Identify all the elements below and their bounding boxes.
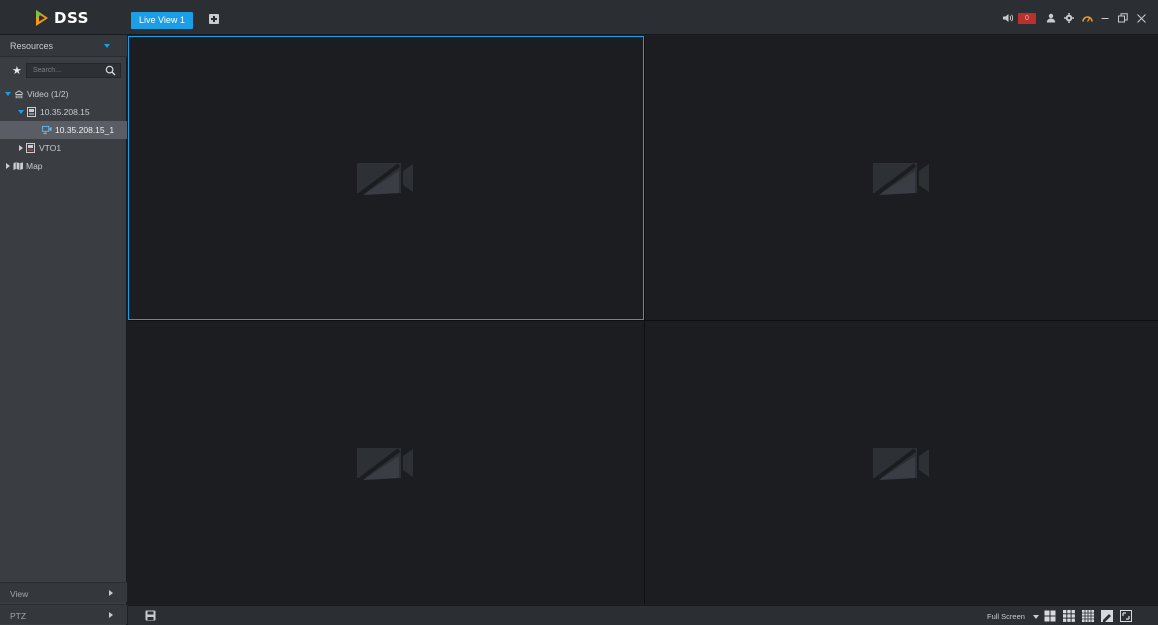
add-tab-icon[interactable]: [209, 14, 219, 24]
search-row: ★: [0, 63, 127, 79]
tree-item-device-vto1[interactable]: VTO1: [0, 139, 127, 157]
tab-live-view-1[interactable]: Live View 1: [131, 12, 193, 29]
resource-tree: Video (1/2) 10.35.208.15 10.35.208.15_1 …: [0, 85, 127, 175]
video-pane-3[interactable]: [128, 321, 644, 604]
window-controls: 0: [998, 11, 1150, 25]
layout-switcher: [1044, 610, 1132, 622]
resources-label: Resources: [10, 41, 54, 51]
tree-item-label: Map: [26, 161, 43, 171]
collapse-arrow-icon[interactable]: [6, 163, 10, 169]
view-section-label: View: [10, 589, 29, 599]
video-grid: [128, 36, 1158, 604]
view-section[interactable]: View: [0, 582, 127, 602]
camera-channel-icon: [42, 125, 52, 135]
expand-arrow-icon[interactable]: [5, 92, 11, 96]
tree-item-device-10-35-208-15[interactable]: 10.35.208.15: [0, 103, 127, 121]
performance-gauge-icon[interactable]: [1078, 11, 1096, 25]
device-icon: [27, 107, 37, 117]
video-group-icon: [14, 89, 24, 99]
layout-2x2-icon[interactable]: [1044, 610, 1056, 622]
tree-item-label: 10.35.208.15: [40, 107, 90, 117]
minimize-icon[interactable]: [1096, 11, 1114, 25]
device-icon: [26, 143, 36, 153]
no-video-camera-icon: [872, 163, 929, 197]
chevron-down-icon[interactable]: [1032, 614, 1039, 619]
collapse-arrow-icon[interactable]: [19, 145, 23, 151]
fullscreen-label: Full Screen: [987, 612, 1025, 621]
app-logo: DSS: [34, 8, 114, 28]
expand-arrow-icon[interactable]: [18, 110, 24, 114]
video-pane-1[interactable]: [128, 36, 644, 320]
app-brand: DSS: [54, 9, 89, 27]
tree-item-label: 10.35.208.15_1: [55, 125, 115, 135]
resource-sidebar: Resources ★ Video (1/2) 10.35.208.15: [0, 35, 127, 625]
no-video-camera-icon: [357, 163, 413, 197]
tree-item-channel-10-35-208-15-1[interactable]: 10.35.208.15_1: [0, 121, 127, 139]
user-icon[interactable]: [1042, 11, 1060, 25]
tree-item-label: Video (1/2): [27, 89, 69, 99]
no-video-camera-icon: [872, 447, 929, 482]
video-pane-4[interactable]: [645, 321, 1158, 604]
alarm-count-badge[interactable]: 0: [1018, 12, 1036, 24]
ptz-section-label: PTZ: [10, 611, 27, 621]
chevron-right-icon[interactable]: [109, 612, 113, 618]
tree-item-video[interactable]: Video (1/2): [0, 85, 127, 103]
search-box: [26, 63, 121, 78]
no-video-camera-icon: [357, 447, 413, 482]
search-input[interactable]: [33, 64, 103, 77]
resources-header[interactable]: Resources: [0, 35, 127, 57]
fullscreen-icon[interactable]: [1120, 610, 1132, 622]
tree-item-map[interactable]: Map: [0, 157, 127, 175]
speaker-icon[interactable]: [998, 11, 1016, 25]
close-icon[interactable]: [1132, 11, 1150, 25]
search-icon[interactable]: [105, 65, 116, 76]
ptz-section[interactable]: PTZ: [0, 604, 127, 624]
map-icon: [13, 161, 23, 171]
layout-3x3-icon[interactable]: [1063, 610, 1075, 622]
dss-logo-icon: [36, 10, 48, 26]
layout-4x4-icon[interactable]: [1082, 610, 1094, 622]
fullscreen-dropdown[interactable]: Full Screen: [987, 610, 1039, 623]
settings-icon[interactable]: [1060, 11, 1078, 25]
chevron-right-icon[interactable]: [109, 590, 113, 596]
title-bar: DSS Live View 1 0: [0, 0, 1158, 35]
favorites-star-icon[interactable]: ★: [12, 64, 22, 78]
video-pane-2[interactable]: [645, 36, 1158, 320]
save-view-icon[interactable]: [145, 610, 156, 621]
custom-layout-icon[interactable]: [1101, 610, 1113, 622]
chevron-down-icon[interactable]: [104, 44, 110, 48]
tree-item-label: VTO1: [39, 143, 62, 153]
bottom-toolbar: Full Screen: [128, 605, 1158, 625]
restore-icon[interactable]: [1114, 11, 1132, 25]
